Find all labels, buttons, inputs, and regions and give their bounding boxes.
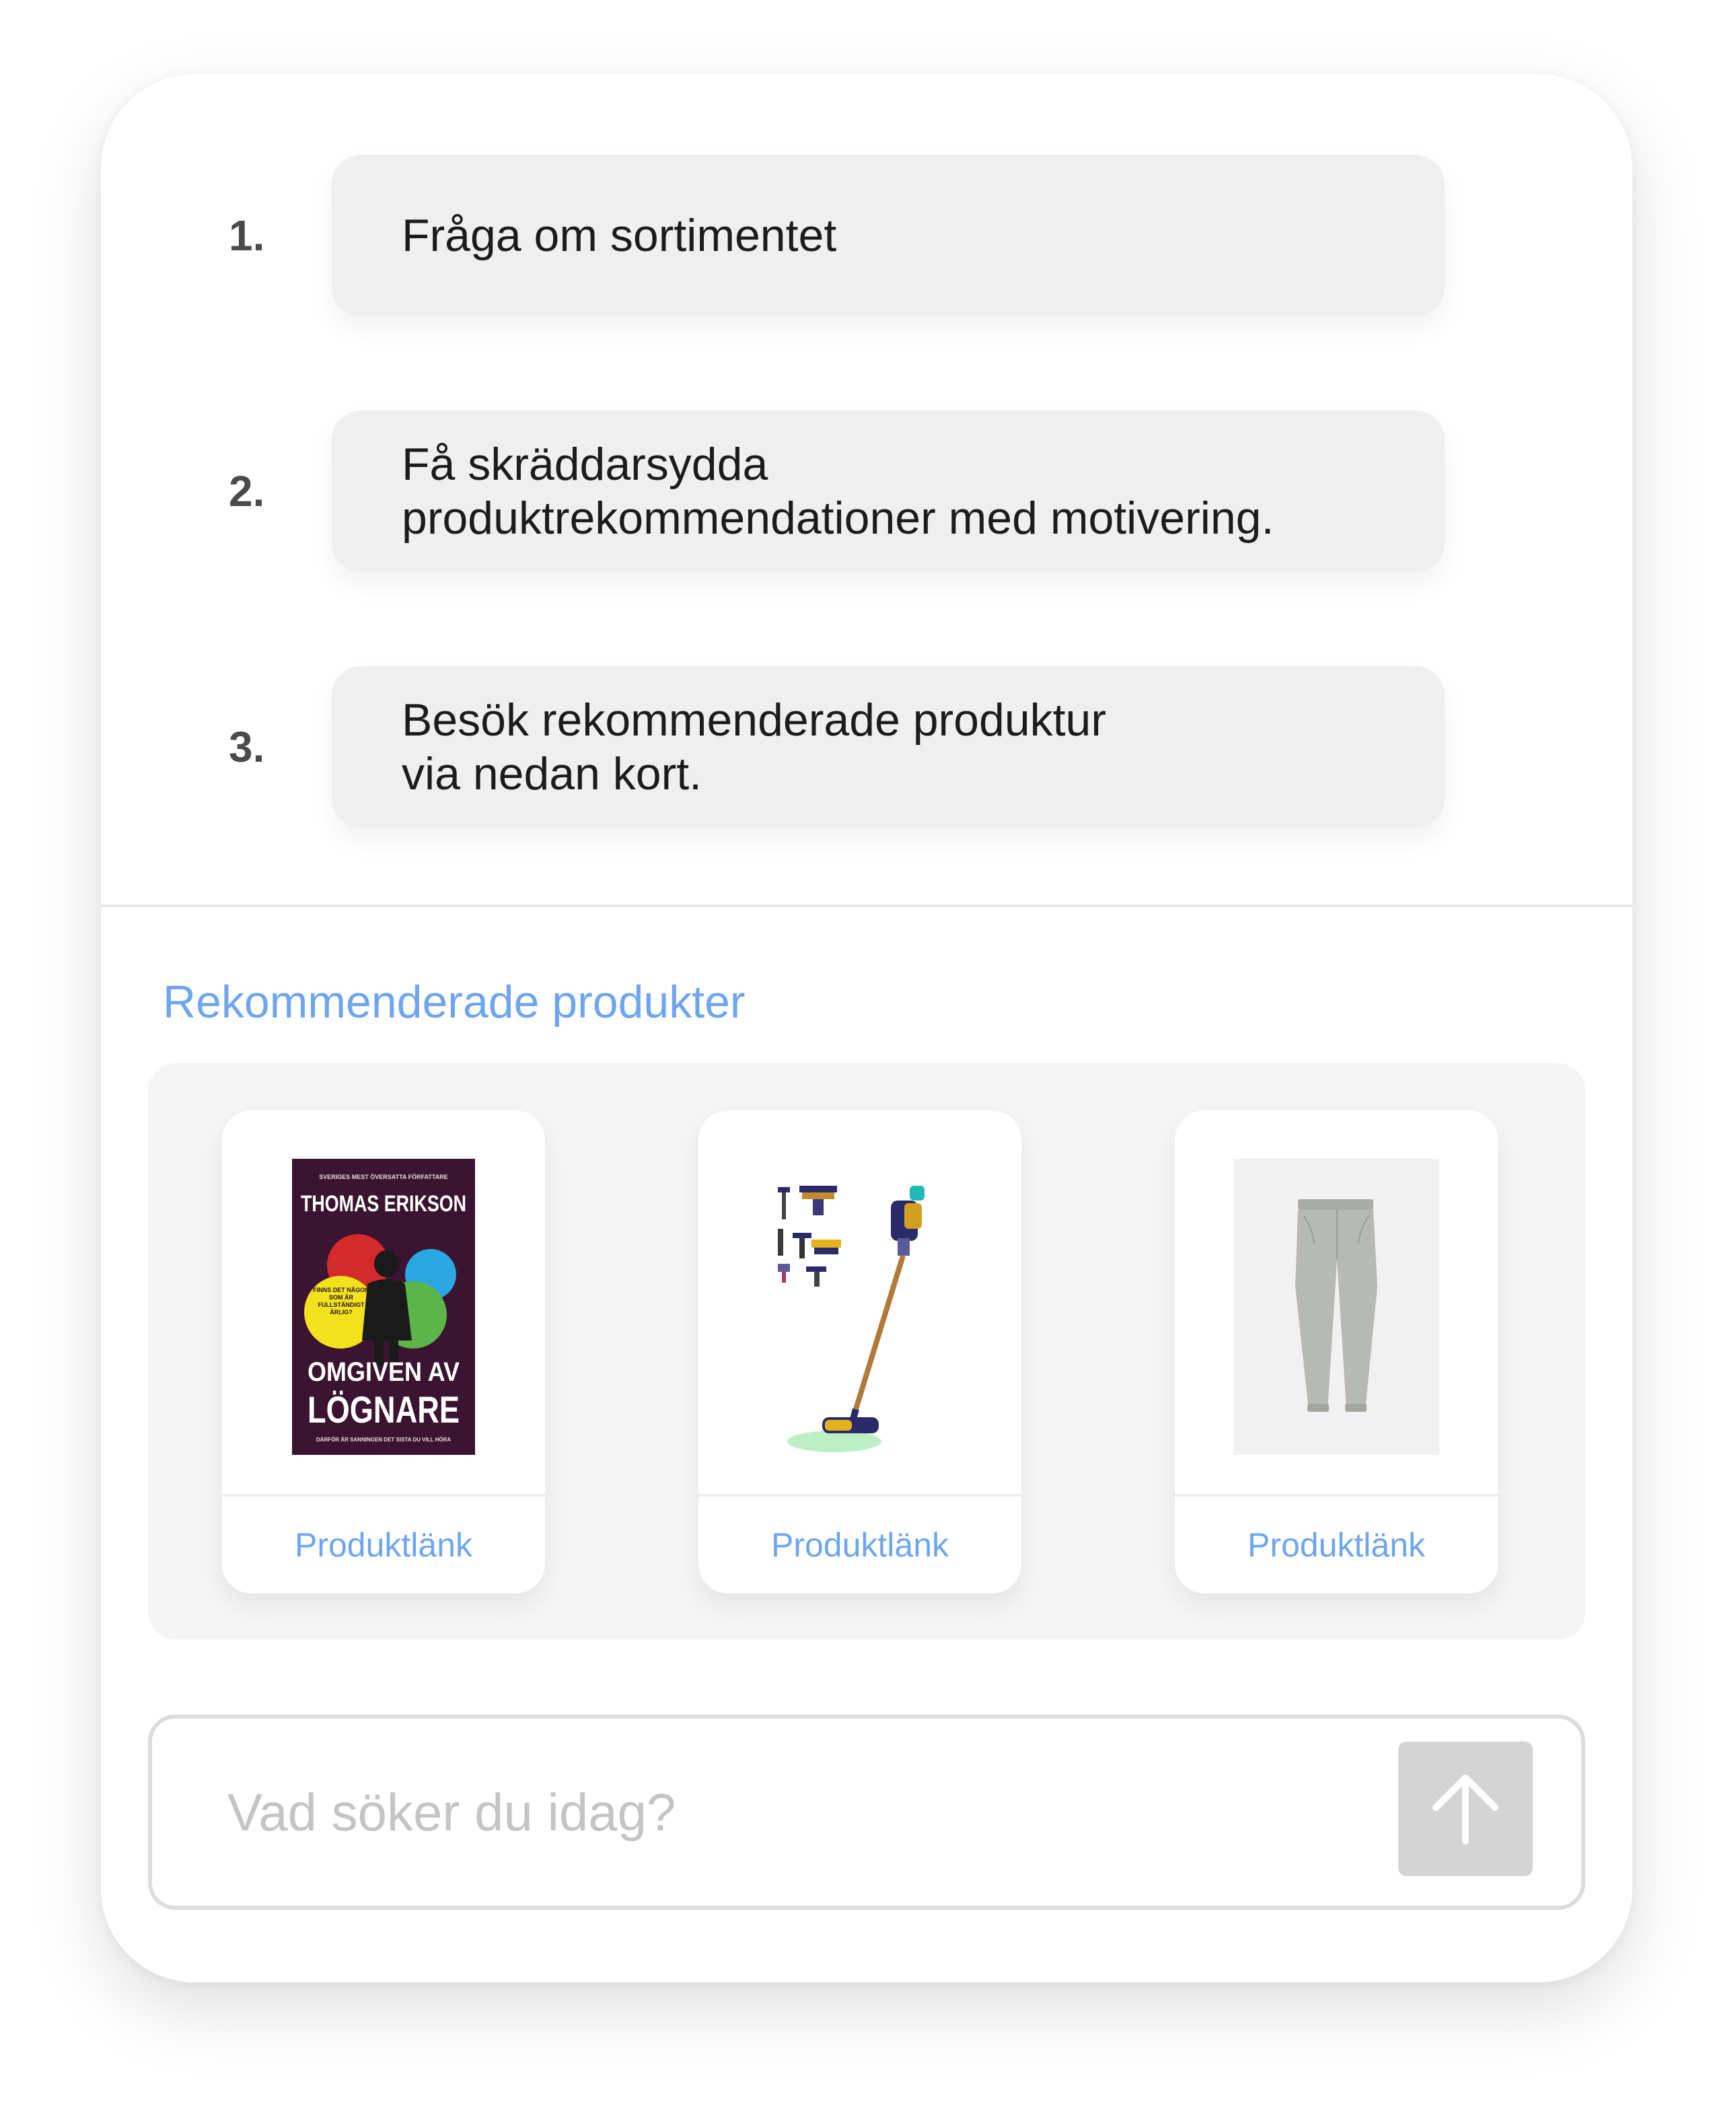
book-tagline: SVERIGES MEST ÖVERSATTA FÖRFATTARE <box>319 1174 448 1180</box>
arrow-up-icon <box>1433 1775 1498 1845</box>
product-card-book[interactable]: SVERIGES MEST ÖVERSATTA FÖRFATTARE THOMA… <box>222 1110 545 1593</box>
step-bubble: Besök rekommenderade produktur via nedan… <box>332 666 1445 828</box>
section-divider <box>101 904 1632 907</box>
chat-widget: 1. Fråga om sortimentet 2. Få skräddarsy… <box>101 74 1632 1982</box>
vacuum-cleaner-image <box>778 1186 925 1452</box>
send-button[interactable] <box>1398 1742 1533 1876</box>
product-link[interactable]: Produktlänk <box>222 1497 545 1593</box>
book-cover-image: SVERIGES MEST ÖVERSATTA FÖRFATTARE THOMA… <box>292 1159 475 1455</box>
step-text: Fråga om sortimentet <box>402 210 837 261</box>
step-1: 1. Fråga om sortimentet <box>229 155 1445 316</box>
product-link[interactable]: Produktlänk <box>1175 1497 1498 1593</box>
search-input[interactable] <box>226 1771 1373 1853</box>
step-number: 3. <box>229 723 265 771</box>
step-number: 1. <box>229 211 265 260</box>
chino-pants-image <box>1233 1159 1439 1455</box>
search-box <box>148 1715 1585 1910</box>
book-title-line2: LÖGNARE <box>308 1388 460 1431</box>
step-text: Få skräddarsydda produktrekommendationer… <box>402 439 1274 544</box>
step-2: 2. Få skräddarsydda produktrekommendatio… <box>229 410 1445 572</box>
step-number: 2. <box>229 467 265 515</box>
book-subtitle: DÄRFÖR ÄR SANNINGEN DET SISTA DU VILL HÖ… <box>316 1437 451 1443</box>
product-card-vacuum[interactable]: Produktlänk <box>698 1110 1021 1593</box>
recommended-products-title: Rekommenderade produkter <box>163 976 746 1028</box>
product-card-pants[interactable]: Produktlänk <box>1175 1110 1498 1593</box>
step-text: Besök rekommenderade produktur via nedan… <box>402 694 1106 799</box>
product-link[interactable]: Produktlänk <box>698 1497 1021 1593</box>
step-3: 3. Besök rekommenderade produktur via ne… <box>229 666 1445 828</box>
step-bubble: Få skräddarsydda produktrekommendationer… <box>332 410 1445 572</box>
book-author: THOMAS ERIKSON <box>301 1191 466 1217</box>
book-title-line1: OMGIVEN AV <box>308 1357 460 1387</box>
product-panel: SVERIGES MEST ÖVERSATTA FÖRFATTARE THOMA… <box>148 1063 1585 1639</box>
book-badge: FINNS DET NÅGON SOM ÄR FULLSTÄNDIGT ÄRLI… <box>313 1287 369 1316</box>
step-bubble: Fråga om sortimentet <box>332 155 1445 316</box>
